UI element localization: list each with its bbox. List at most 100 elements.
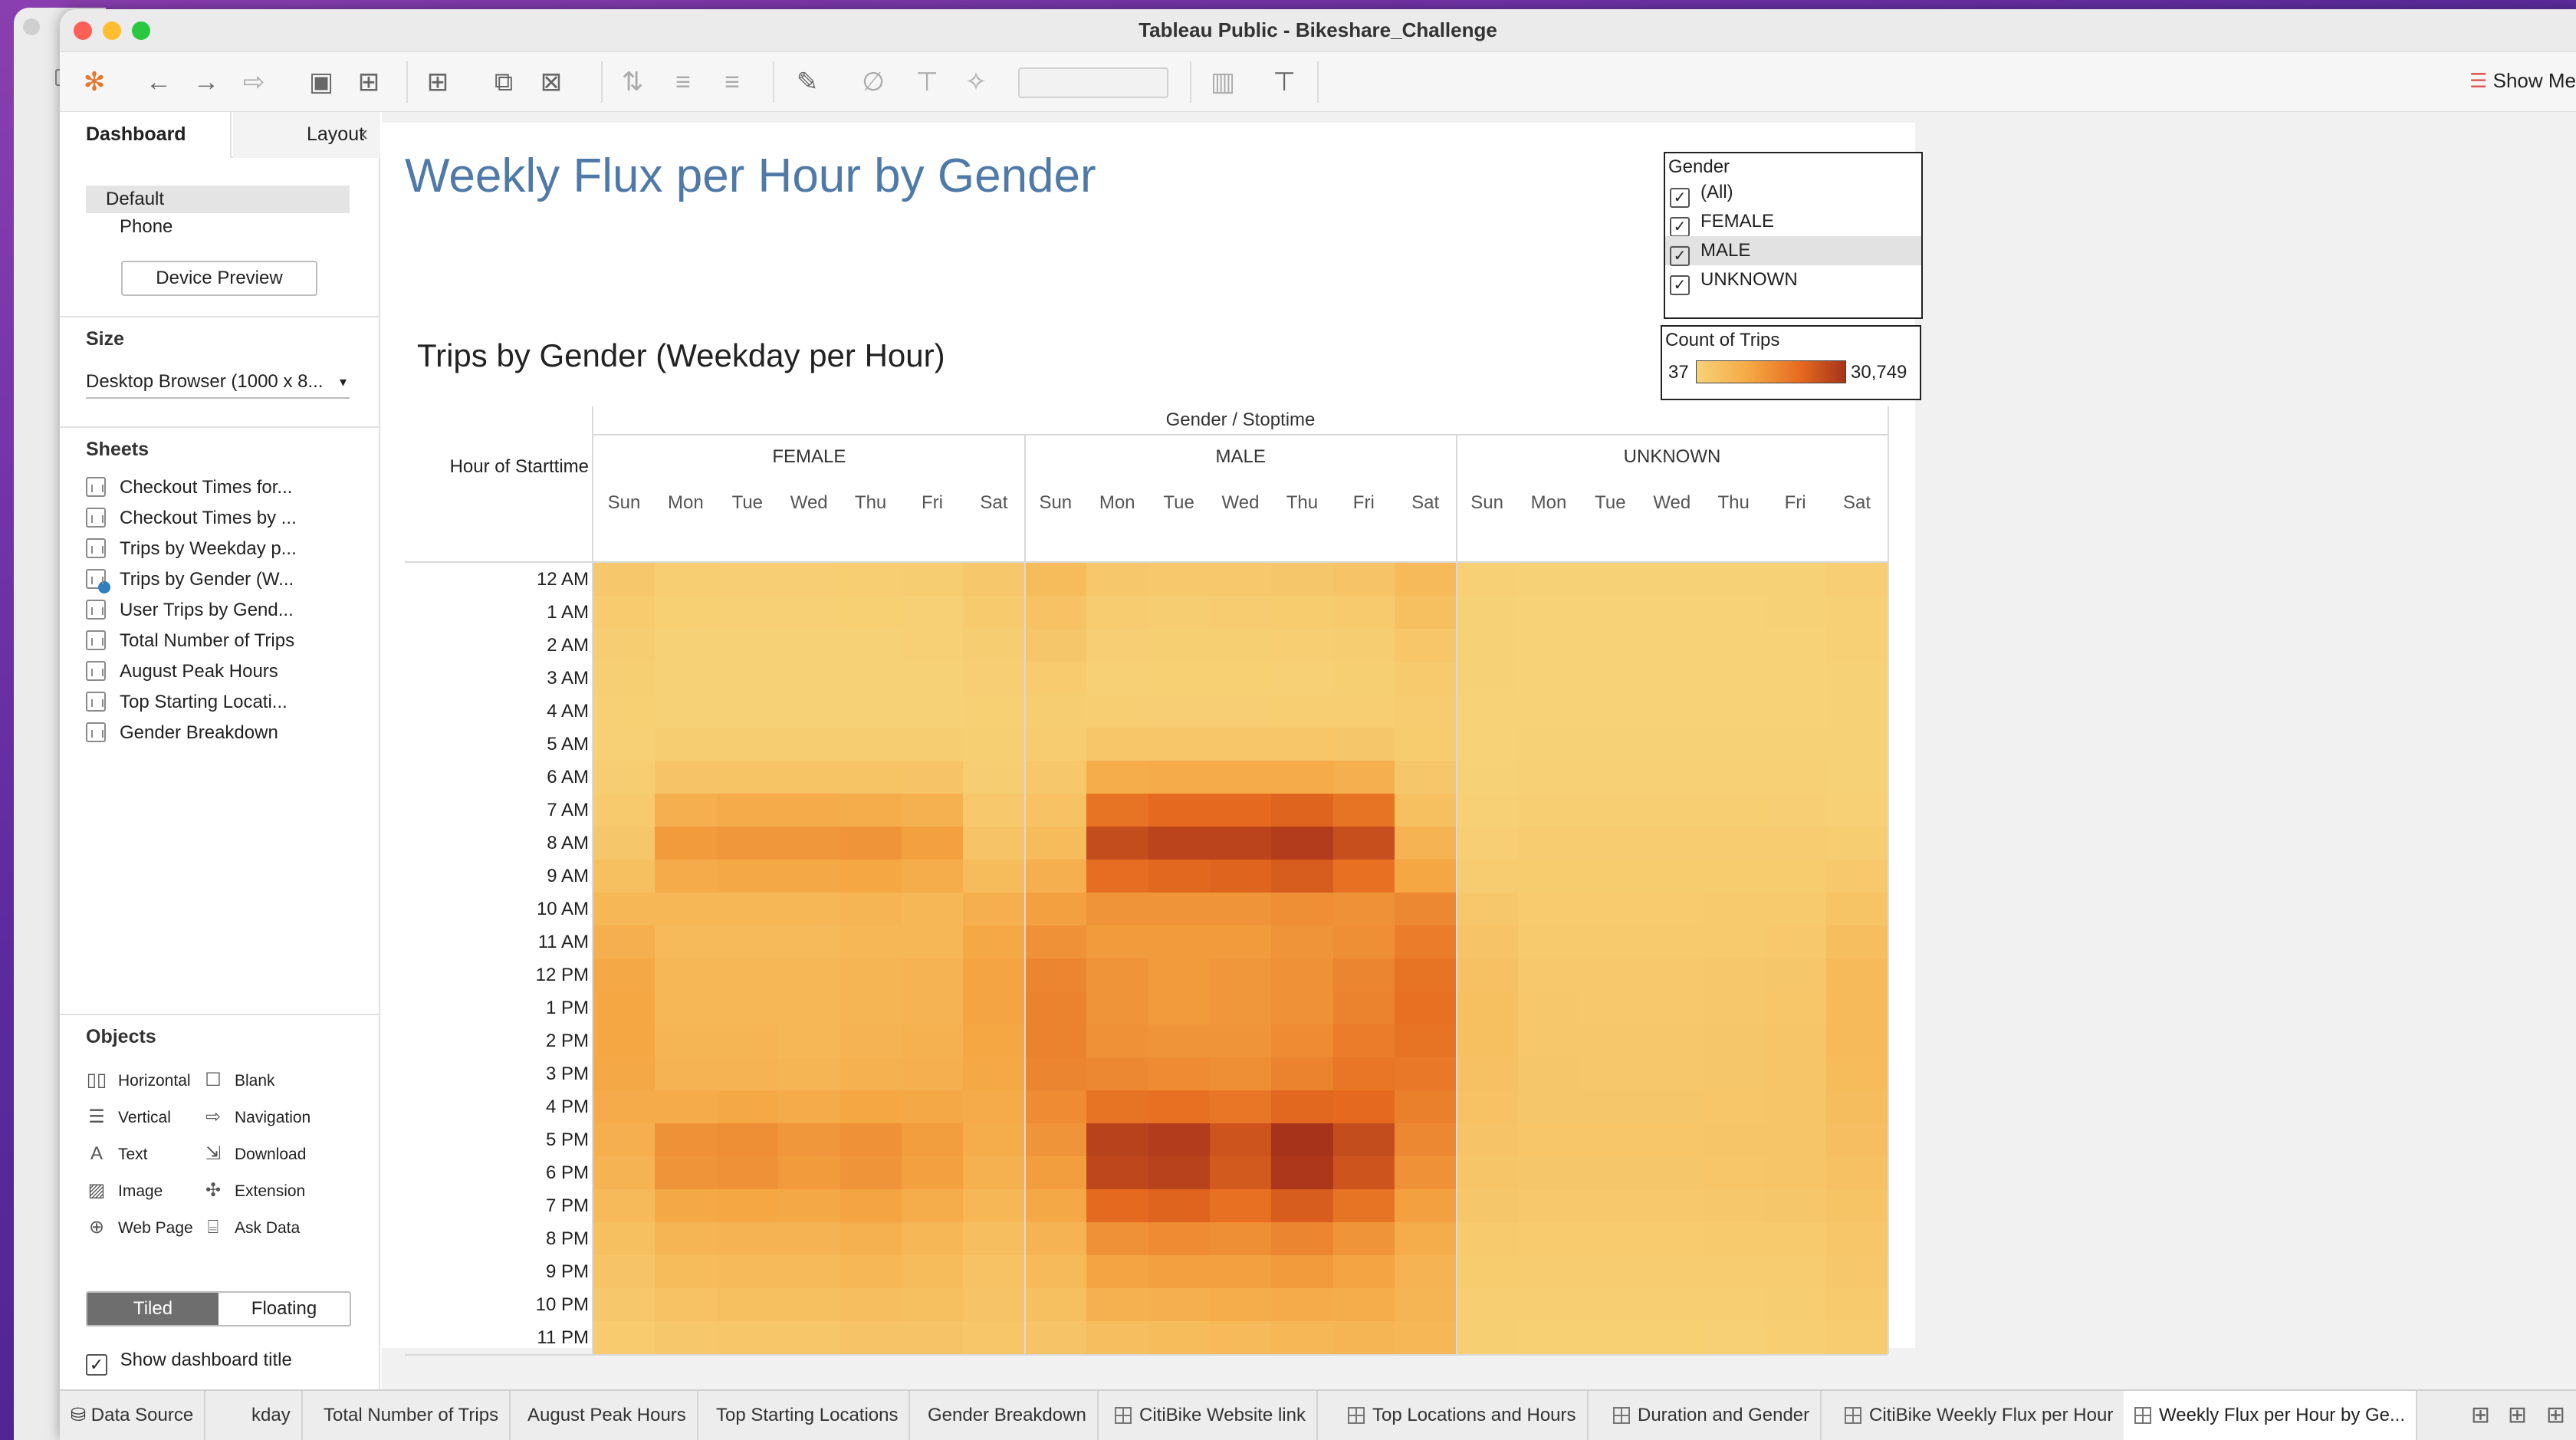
heatmap-cell[interactable] bbox=[1332, 958, 1395, 991]
heatmap-cell[interactable] bbox=[840, 1090, 902, 1123]
heatmap-cell[interactable] bbox=[1641, 1222, 1704, 1255]
heatmap-cell[interactable] bbox=[1579, 1123, 1642, 1156]
heatmap-cell[interactable] bbox=[1518, 761, 1580, 794]
heatmap-cell[interactable] bbox=[902, 1057, 964, 1090]
sheet-item[interactable]: August Peak Hours bbox=[86, 656, 354, 687]
pin-icon[interactable]: ✧ bbox=[961, 67, 991, 97]
heatmap-cell[interactable] bbox=[1703, 893, 1766, 925]
forward-arrow-icon[interactable]: → bbox=[192, 67, 221, 97]
heatmap-cell[interactable] bbox=[1271, 1189, 1334, 1222]
heatmap-cell[interactable] bbox=[1641, 761, 1704, 794]
heatmap-cell[interactable] bbox=[655, 827, 718, 860]
heatmap-cell[interactable] bbox=[1579, 827, 1642, 860]
heatmap-cell[interactable] bbox=[1086, 1189, 1149, 1222]
heatmap-cell[interactable] bbox=[963, 860, 1026, 893]
new-datasource-icon[interactable]: ⊞ bbox=[354, 67, 383, 97]
heatmap-cell[interactable] bbox=[963, 1288, 1026, 1321]
heatmap-cell[interactable] bbox=[1024, 893, 1087, 925]
heatmap-cell[interactable] bbox=[1332, 1255, 1395, 1288]
heatmap-cell[interactable] bbox=[593, 893, 656, 925]
heatmap-cell[interactable] bbox=[655, 1024, 718, 1057]
heatmap-cell[interactable] bbox=[1024, 596, 1087, 629]
heatmap-cell[interactable] bbox=[1148, 827, 1211, 860]
heatmap-cell[interactable] bbox=[778, 827, 841, 860]
heatmap-cell[interactable] bbox=[778, 1090, 841, 1123]
heatmap-cell[interactable] bbox=[1518, 958, 1580, 991]
heatmap-cell[interactable] bbox=[1024, 761, 1087, 794]
heatmap-cell[interactable] bbox=[1395, 695, 1457, 728]
heatmap-cell[interactable] bbox=[1148, 1024, 1211, 1057]
heatmap-cell[interactable] bbox=[716, 1024, 779, 1057]
heatmap-cell[interactable] bbox=[1210, 1222, 1272, 1255]
heatmap-cell[interactable] bbox=[1210, 827, 1272, 860]
heatmap-cell[interactable] bbox=[840, 662, 902, 695]
heatmap-cell[interactable] bbox=[1579, 596, 1642, 629]
heatmap-cell[interactable] bbox=[593, 761, 656, 794]
heatmap-cell[interactable] bbox=[1210, 728, 1272, 761]
heatmap-cell[interactable] bbox=[1456, 662, 1519, 695]
fit-dropdown[interactable] bbox=[1018, 67, 1168, 98]
sheet-tab[interactable]: CitiBike Website link bbox=[1104, 1391, 1318, 1440]
heatmap-cell[interactable] bbox=[1332, 991, 1395, 1024]
heatmap-cell[interactable] bbox=[1086, 662, 1149, 695]
heatmap-cell[interactable] bbox=[655, 893, 718, 925]
heatmap-cell[interactable] bbox=[1764, 629, 1827, 662]
heatmap-cell[interactable] bbox=[1271, 1321, 1334, 1354]
heatmap-cell[interactable] bbox=[1210, 563, 1272, 596]
device-default[interactable]: Default bbox=[86, 186, 350, 213]
heatmap-cell[interactable] bbox=[716, 1222, 779, 1255]
heatmap-cell[interactable] bbox=[1271, 728, 1334, 761]
heatmap-cell[interactable] bbox=[1826, 1321, 1888, 1354]
heatmap-cell[interactable] bbox=[902, 695, 964, 728]
heatmap-cell[interactable] bbox=[778, 695, 841, 728]
heatmap-cell[interactable] bbox=[1148, 1288, 1211, 1321]
heatmap-cell[interactable] bbox=[1210, 695, 1272, 728]
heatmap-cell[interactable] bbox=[902, 1189, 964, 1222]
heatmap-cell[interactable] bbox=[655, 1288, 718, 1321]
heatmap-cell[interactable] bbox=[1395, 728, 1457, 761]
heatmap-cell[interactable] bbox=[840, 925, 902, 958]
heatmap-cell[interactable] bbox=[840, 958, 902, 991]
heatmap-cell[interactable] bbox=[716, 662, 779, 695]
heatmap-cell[interactable] bbox=[1456, 563, 1519, 596]
heatmap-cell[interactable] bbox=[1826, 1222, 1888, 1255]
heatmap-cell[interactable] bbox=[1210, 1057, 1272, 1090]
heatmap-cell[interactable] bbox=[1086, 695, 1149, 728]
heatmap-cell[interactable] bbox=[1826, 958, 1888, 991]
heatmap-cell[interactable] bbox=[1703, 925, 1766, 958]
heatmap-cell[interactable] bbox=[778, 1123, 841, 1156]
heatmap-cell[interactable] bbox=[1703, 1189, 1766, 1222]
heatmap-cell[interactable] bbox=[1826, 596, 1888, 629]
heatmap-cell[interactable] bbox=[1332, 1156, 1395, 1189]
sheet-item[interactable]: Gender Breakdown bbox=[86, 718, 354, 748]
heatmap-cell[interactable] bbox=[1518, 563, 1580, 596]
heatmap-cell[interactable] bbox=[1148, 860, 1211, 893]
heatmap-cell[interactable] bbox=[963, 827, 1026, 860]
heatmap-cell[interactable] bbox=[1271, 794, 1334, 827]
heatmap-cell[interactable] bbox=[1024, 925, 1087, 958]
heatmap-cell[interactable] bbox=[1395, 563, 1457, 596]
heatmap-cell[interactable] bbox=[902, 1090, 964, 1123]
heatmap-cell[interactable] bbox=[593, 695, 656, 728]
heatmap-cell[interactable] bbox=[1703, 1255, 1766, 1288]
heatmap-cell[interactable] bbox=[1332, 629, 1395, 662]
heatmap-cell[interactable] bbox=[1703, 728, 1766, 761]
heatmap-cell[interactable] bbox=[1395, 827, 1457, 860]
heatmap-cell[interactable] bbox=[1518, 695, 1580, 728]
heatmap-cell[interactable] bbox=[1641, 827, 1704, 860]
heatmap-cell[interactable] bbox=[1148, 925, 1211, 958]
heatmap-cell[interactable] bbox=[1024, 1255, 1087, 1288]
heatmap-cell[interactable] bbox=[655, 991, 718, 1024]
heatmap-cell[interactable] bbox=[1024, 827, 1087, 860]
heatmap-cell[interactable] bbox=[840, 596, 902, 629]
heatmap-cell[interactable] bbox=[1764, 596, 1827, 629]
heatmap-cell[interactable] bbox=[1764, 1189, 1827, 1222]
heatmap-cell[interactable] bbox=[593, 1288, 656, 1321]
heatmap-cell[interactable] bbox=[1210, 1123, 1272, 1156]
heatmap-cell[interactable] bbox=[1579, 1156, 1642, 1189]
sheet-item[interactable]: Checkout Times for... bbox=[86, 472, 354, 503]
object-vertical[interactable]: ☰ Vertical bbox=[86, 1106, 171, 1129]
heatmap-cell[interactable] bbox=[963, 662, 1026, 695]
heatmap-cell[interactable] bbox=[840, 1024, 902, 1057]
heatmap-cell[interactable] bbox=[1641, 893, 1704, 925]
